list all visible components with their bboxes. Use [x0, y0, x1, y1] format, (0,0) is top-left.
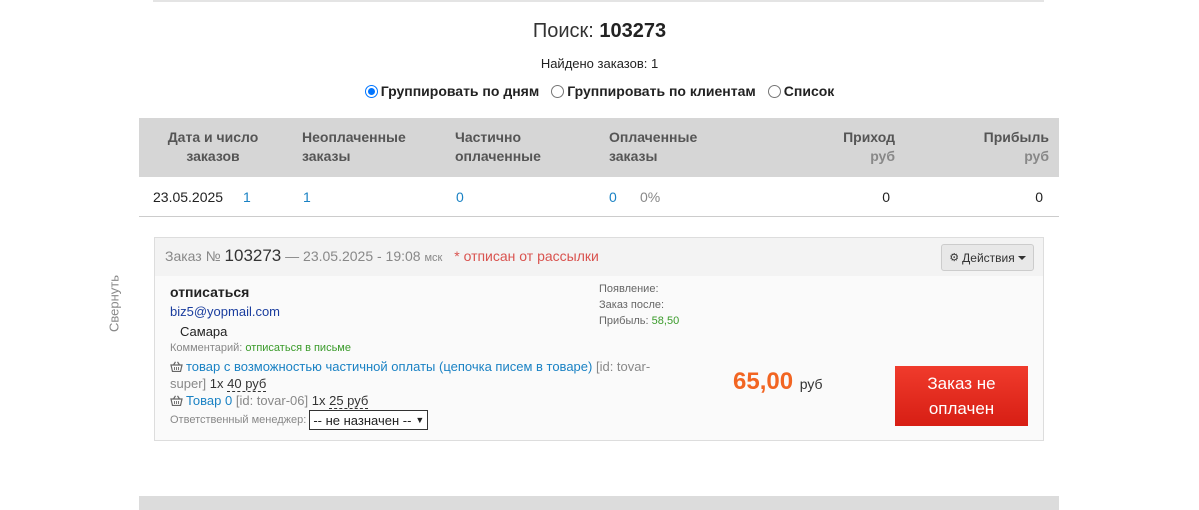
list-item: товар с возможностью частичной оплаты (ц… [170, 359, 651, 392]
row-profit: 0 [1035, 189, 1043, 205]
product-price[interactable]: 25 руб [329, 393, 369, 409]
client-name: отписаться [170, 284, 250, 300]
order-card: Заказ № 103273 — 23.05.2025 - 19:08 мск … [154, 237, 1044, 441]
meta-order-after: Заказ после: [599, 299, 665, 311]
order-number[interactable]: 103273 [225, 246, 282, 265]
order-timezone: мск [424, 252, 443, 264]
payment-status-button[interactable]: Заказ не оплачен [895, 366, 1028, 426]
meta-appear: Появление: [599, 283, 659, 295]
product-link[interactable]: Товар 0 [186, 393, 232, 408]
header-income[interactable]: Приход руб [795, 128, 895, 166]
header-unpaid[interactable]: Неоплаченные заказы [302, 128, 406, 166]
row-date: 23.05.2025 [153, 189, 224, 205]
order-total: 65,00 руб [733, 368, 823, 395]
collapse-label: Свернуть [106, 275, 122, 333]
table-row: 23.05.2025 1 1 0 0 0% 0 0 [139, 177, 1059, 217]
gear-icon: ⚙ [949, 252, 960, 264]
header-partial[interactable]: Частично оплаченные [455, 128, 541, 166]
basket-icon [170, 395, 183, 406]
group-by-clients-option[interactable]: Группировать по клиентам [551, 83, 756, 99]
row-partial-link[interactable]: 0 [456, 189, 464, 205]
order-title: Заказ № 103273 — 23.05.2025 - 19:08 мск … [165, 246, 599, 265]
product-price[interactable]: 40 руб [227, 376, 267, 392]
grouping-options: Группировать по дням Группировать по кли… [0, 83, 1199, 99]
header-paid[interactable]: Оплаченные заказы [609, 128, 697, 166]
page-title: Поиск: 103273 [0, 20, 1199, 43]
unsubscribed-flag: * отписан от рассылки [454, 248, 599, 264]
radio-group-by-days[interactable] [364, 84, 378, 98]
header-date[interactable]: Дата и число заказов [153, 128, 273, 166]
order-datetime: — 23.05.2025 - 19:08 [285, 248, 421, 264]
summary-table-header: Дата и число заказов Неоплаченные заказы… [139, 118, 1059, 177]
row-unpaid-link[interactable]: 1 [303, 189, 311, 205]
search-query: 103273 [599, 20, 667, 42]
search-label: Поиск: [532, 20, 594, 42]
row-paid-percent: 0% [640, 189, 661, 205]
list-item: Товар 0 [id: tovar-06] 1x 25 руб [170, 392, 369, 409]
header-profit[interactable]: Прибыль руб [949, 128, 1049, 166]
basket-icon [170, 361, 183, 372]
row-count-link[interactable]: 1 [243, 189, 251, 205]
radio-group-by-clients[interactable] [551, 84, 565, 98]
meta-profit: Прибыль: 58,50 [599, 315, 680, 327]
chevron-down-icon: ▼ [415, 415, 425, 425]
radio-list[interactable] [767, 84, 781, 98]
group-by-days-option[interactable]: Группировать по дням [364, 83, 539, 99]
caret-down-icon [1017, 255, 1026, 260]
top-divider [153, 0, 1044, 2]
actions-dropdown-button[interactable]: ⚙ Действия [941, 244, 1034, 271]
order-comment: Комментарий: отписаться в письме [170, 342, 351, 354]
client-city: Самара [180, 324, 228, 339]
collapse-toggle[interactable]: Свернуть [104, 270, 124, 340]
client-email-link[interactable]: biz5@yopmail.com [170, 304, 280, 319]
found-count: Найдено заказов: 1 [540, 56, 659, 71]
manager-select[interactable]: -- не назначен -- ▼ [309, 410, 429, 430]
list-option[interactable]: Список [767, 83, 834, 99]
row-income: 0 [882, 189, 890, 205]
product-link[interactable]: товар с возможностью частичной оплаты (ц… [186, 359, 592, 374]
bottom-table-header [139, 496, 1059, 510]
manager-label: Ответственный менеджер: [170, 414, 307, 426]
manager-row: Ответственный менеджер: -- не назначен -… [170, 410, 429, 430]
row-paid-link[interactable]: 0 [609, 189, 617, 205]
order-header: Заказ № 103273 — 23.05.2025 - 19:08 мск … [155, 238, 1043, 276]
